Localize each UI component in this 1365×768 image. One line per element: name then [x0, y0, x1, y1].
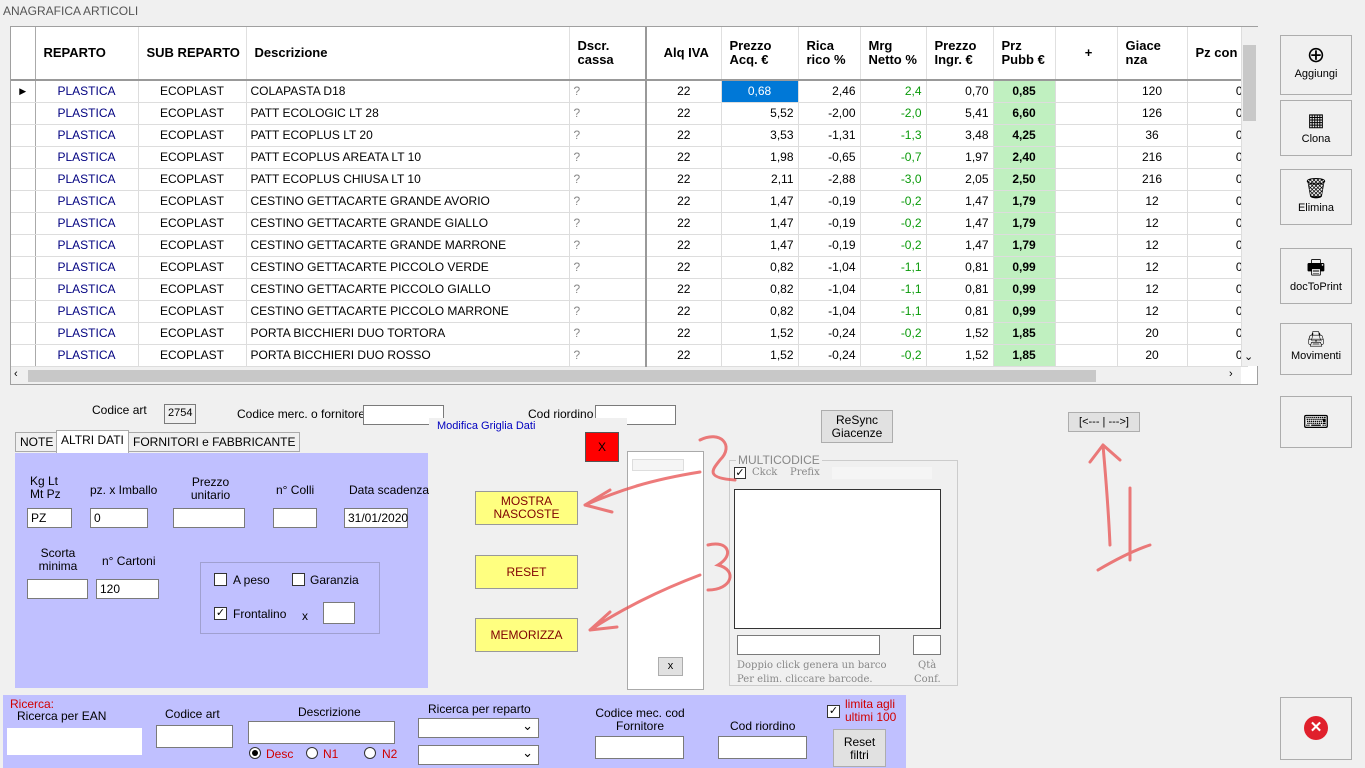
annotations-overlay [583, 435, 1152, 632]
digit-3 [706, 542, 732, 592]
arrow-to-nav [1088, 443, 1122, 547]
arrow-to-memorizza [588, 573, 702, 632]
digit-2 [698, 435, 737, 482]
arrow-to-mostra [583, 470, 702, 514]
digit-1 [1096, 486, 1152, 572]
